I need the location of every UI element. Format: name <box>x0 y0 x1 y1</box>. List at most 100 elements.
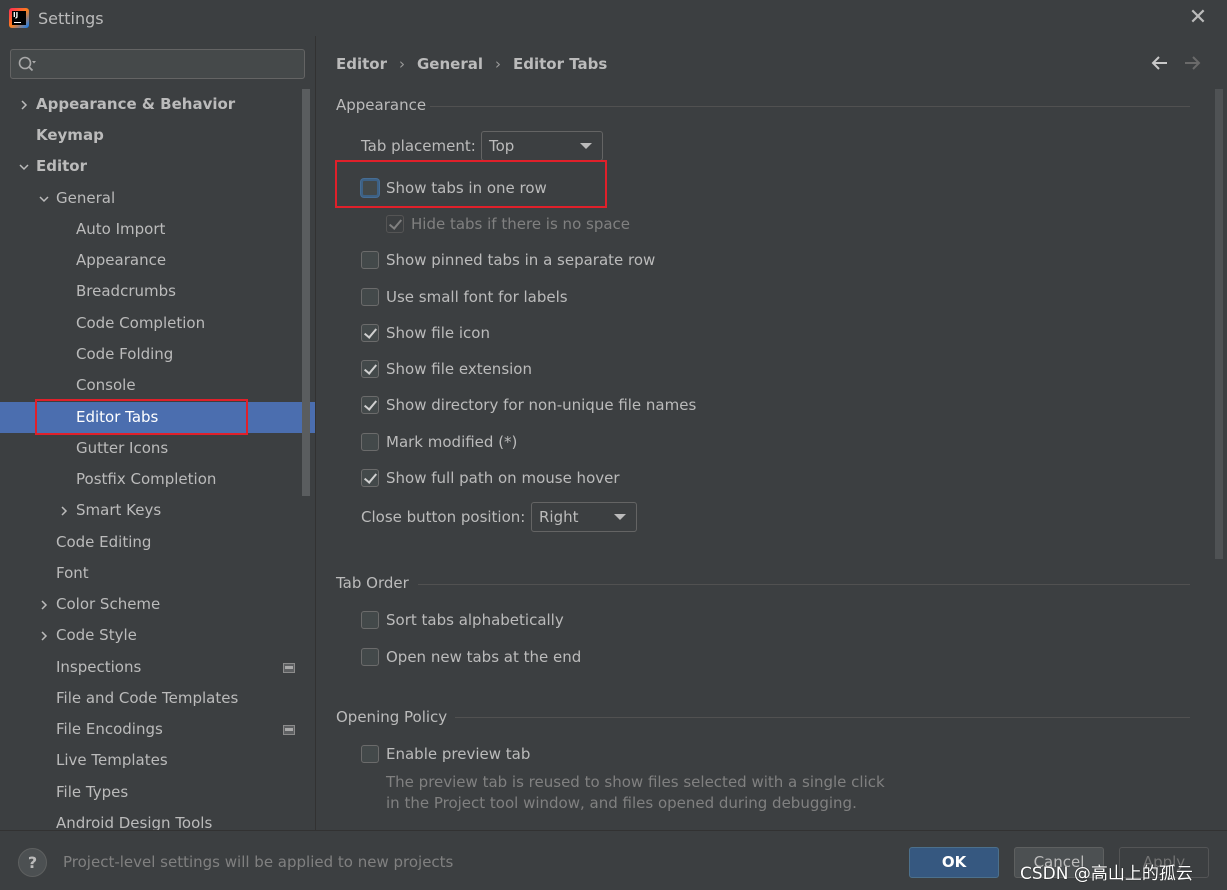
checkbox[interactable] <box>361 251 379 269</box>
preview-tab-help-line-2: in the Project tool window, and files op… <box>386 794 857 812</box>
checkbox-label: Mark modified (*) <box>386 433 518 451</box>
sidebar-item-gutter-icons[interactable]: Gutter Icons <box>0 433 315 464</box>
sidebar-item-code-style[interactable]: Code Style <box>0 620 315 651</box>
title-bar: IJ Settings ✕ <box>0 0 1227 36</box>
section-divider <box>455 717 1190 718</box>
dropdown-arrow-icon <box>614 514 626 520</box>
chevron-right-icon[interactable] <box>18 99 30 111</box>
checkbox[interactable] <box>361 324 379 342</box>
forward-arrow-icon[interactable] <box>1182 53 1202 73</box>
chevron-right-icon[interactable] <box>38 630 50 642</box>
sidebar-item-inspections[interactable]: Inspections <box>0 652 315 683</box>
sidebar-item-label: Gutter Icons <box>76 439 169 457</box>
sidebar-item-label: Code Style <box>56 626 137 644</box>
section-opening-policy-title: Opening Policy <box>336 708 448 726</box>
sidebar-item-label: Color Scheme <box>56 595 161 613</box>
sidebar-item-appearance[interactable]: Appearance <box>0 245 315 276</box>
checkbox[interactable] <box>361 469 379 487</box>
section-tab-order-title: Tab Order <box>336 574 409 592</box>
ok-button[interactable]: OK <box>909 847 999 878</box>
sidebar-item-code-completion[interactable]: Code Completion <box>0 308 315 339</box>
sidebar-item-label: Smart Keys <box>76 501 162 519</box>
sidebar-item-label: Keymap <box>36 126 104 144</box>
content-scrollbar[interactable] <box>1215 89 1223 559</box>
sidebar-item-console[interactable]: Console <box>0 370 315 401</box>
csdn-watermark: CSDN @高山上的孤云 <box>1020 864 1193 884</box>
chevron-right-icon[interactable] <box>58 505 70 517</box>
close-button-position-select[interactable]: Right <box>531 502 637 532</box>
sidebar-item-auto-import[interactable]: Auto Import <box>0 214 315 245</box>
sidebar-item-code-editing[interactable]: Code Editing <box>0 527 315 558</box>
breadcrumb-editor[interactable]: Editor <box>336 55 387 73</box>
sidebar-item-label: Font <box>56 564 89 582</box>
help-button[interactable]: ? <box>18 848 47 877</box>
sidebar-item-label: Inspections <box>56 658 142 676</box>
sidebar-item-label: Code Folding <box>76 345 174 363</box>
chevron-down-icon[interactable] <box>38 193 50 205</box>
sidebar-item-postfix-completion[interactable]: Postfix Completion <box>0 464 315 495</box>
checkbox[interactable] <box>361 288 379 306</box>
back-arrow-icon[interactable] <box>1150 53 1170 73</box>
sidebar-item-file-encodings[interactable]: File Encodings <box>0 714 315 745</box>
section-divider <box>430 106 1190 107</box>
sidebar-item-breadcrumbs[interactable]: Breadcrumbs <box>0 276 315 307</box>
checkbox[interactable] <box>361 611 379 629</box>
sidebar-item-label: Breadcrumbs <box>76 282 176 300</box>
breadcrumb-general[interactable]: General <box>417 55 483 73</box>
project-scope-icon <box>283 725 295 735</box>
checkbox[interactable] <box>361 396 379 414</box>
checkbox-label: Show full path on mouse hover <box>386 469 620 487</box>
sidebar-item-smart-keys[interactable]: Smart Keys <box>0 495 315 526</box>
breadcrumb-editor-tabs: Editor Tabs <box>513 55 608 73</box>
sidebar-item-label: File Encodings <box>56 720 163 738</box>
sidebar-item-color-scheme[interactable]: Color Scheme <box>0 589 315 620</box>
chevron-down-icon[interactable] <box>18 161 30 173</box>
checkbox[interactable] <box>361 360 379 378</box>
section-appearance-title: Appearance <box>336 96 427 114</box>
checkbox-label: Show pinned tabs in a separate row <box>386 251 656 269</box>
checkbox-label: Enable preview tab <box>386 745 531 763</box>
search-input[interactable] <box>45 54 295 74</box>
sidebar-item-android-design-tools[interactable]: Android Design Tools <box>0 808 315 830</box>
checkbox[interactable] <box>361 433 379 451</box>
sidebar-item-keymap[interactable]: Keymap <box>0 120 315 151</box>
sidebar-scrollbar[interactable] <box>302 89 310 496</box>
checkbox[interactable] <box>361 648 379 666</box>
sidebar-item-label: Android Design Tools <box>56 814 213 830</box>
settings-search[interactable] <box>10 49 305 79</box>
checkbox-label: Sort tabs alphabetically <box>386 611 564 629</box>
checkbox-label: Open new tabs at the end <box>386 648 582 666</box>
sidebar-item-file-and-code-templates[interactable]: File and Code Templates <box>0 683 315 714</box>
dropdown-arrow-icon <box>580 143 592 149</box>
settings-content: Editor › General › Editor Tabs Appearance Ta… <box>316 36 1227 830</box>
tab-placement-label: Tab placement: <box>361 137 476 155</box>
sidebar-item-label: Appearance & Behavior <box>36 95 236 113</box>
checkbox-label: Use small font for labels <box>386 288 568 306</box>
sidebar-item-font[interactable]: Font <box>0 558 315 589</box>
window-title: Settings <box>38 9 104 28</box>
preview-tab-help-line-1: The preview tab is reused to show files … <box>386 773 885 791</box>
chevron-right-icon[interactable] <box>38 599 50 611</box>
sidebar-item-general[interactable]: General <box>0 183 315 214</box>
sidebar-item-file-types[interactable]: File Types <box>0 777 315 808</box>
project-level-note: Project-level settings will be applied t… <box>63 853 454 871</box>
sidebar-item-editor[interactable]: Editor <box>0 151 315 182</box>
breadcrumb: Editor › General › Editor Tabs <box>336 55 607 73</box>
close-button-position-label: Close button position: <box>361 508 526 526</box>
sidebar-item-live-templates[interactable]: Live Templates <box>0 745 315 776</box>
intellij-logo-icon: IJ <box>9 8 29 28</box>
breadcrumb-separator: › <box>399 55 405 73</box>
breadcrumb-separator: › <box>495 55 501 73</box>
sidebar-item-label: Console <box>76 376 136 394</box>
tab-placement-select[interactable]: Top <box>481 131 603 161</box>
checkbox <box>386 215 404 233</box>
checkbox[interactable] <box>361 745 379 763</box>
close-icon[interactable]: ✕ <box>1186 6 1210 30</box>
sidebar-item-code-folding[interactable]: Code Folding <box>0 339 315 370</box>
tab-placement-value: Top <box>489 137 515 155</box>
highlight-box-editor-tabs <box>35 399 248 435</box>
settings-sidebar: Appearance & Behavior Keymap Editor General… <box>0 36 315 830</box>
sidebar-item-appearance-behavior[interactable]: Appearance & Behavior <box>0 89 315 120</box>
sidebar-item-label: Live Templates <box>56 751 168 769</box>
search-icon <box>18 56 36 72</box>
